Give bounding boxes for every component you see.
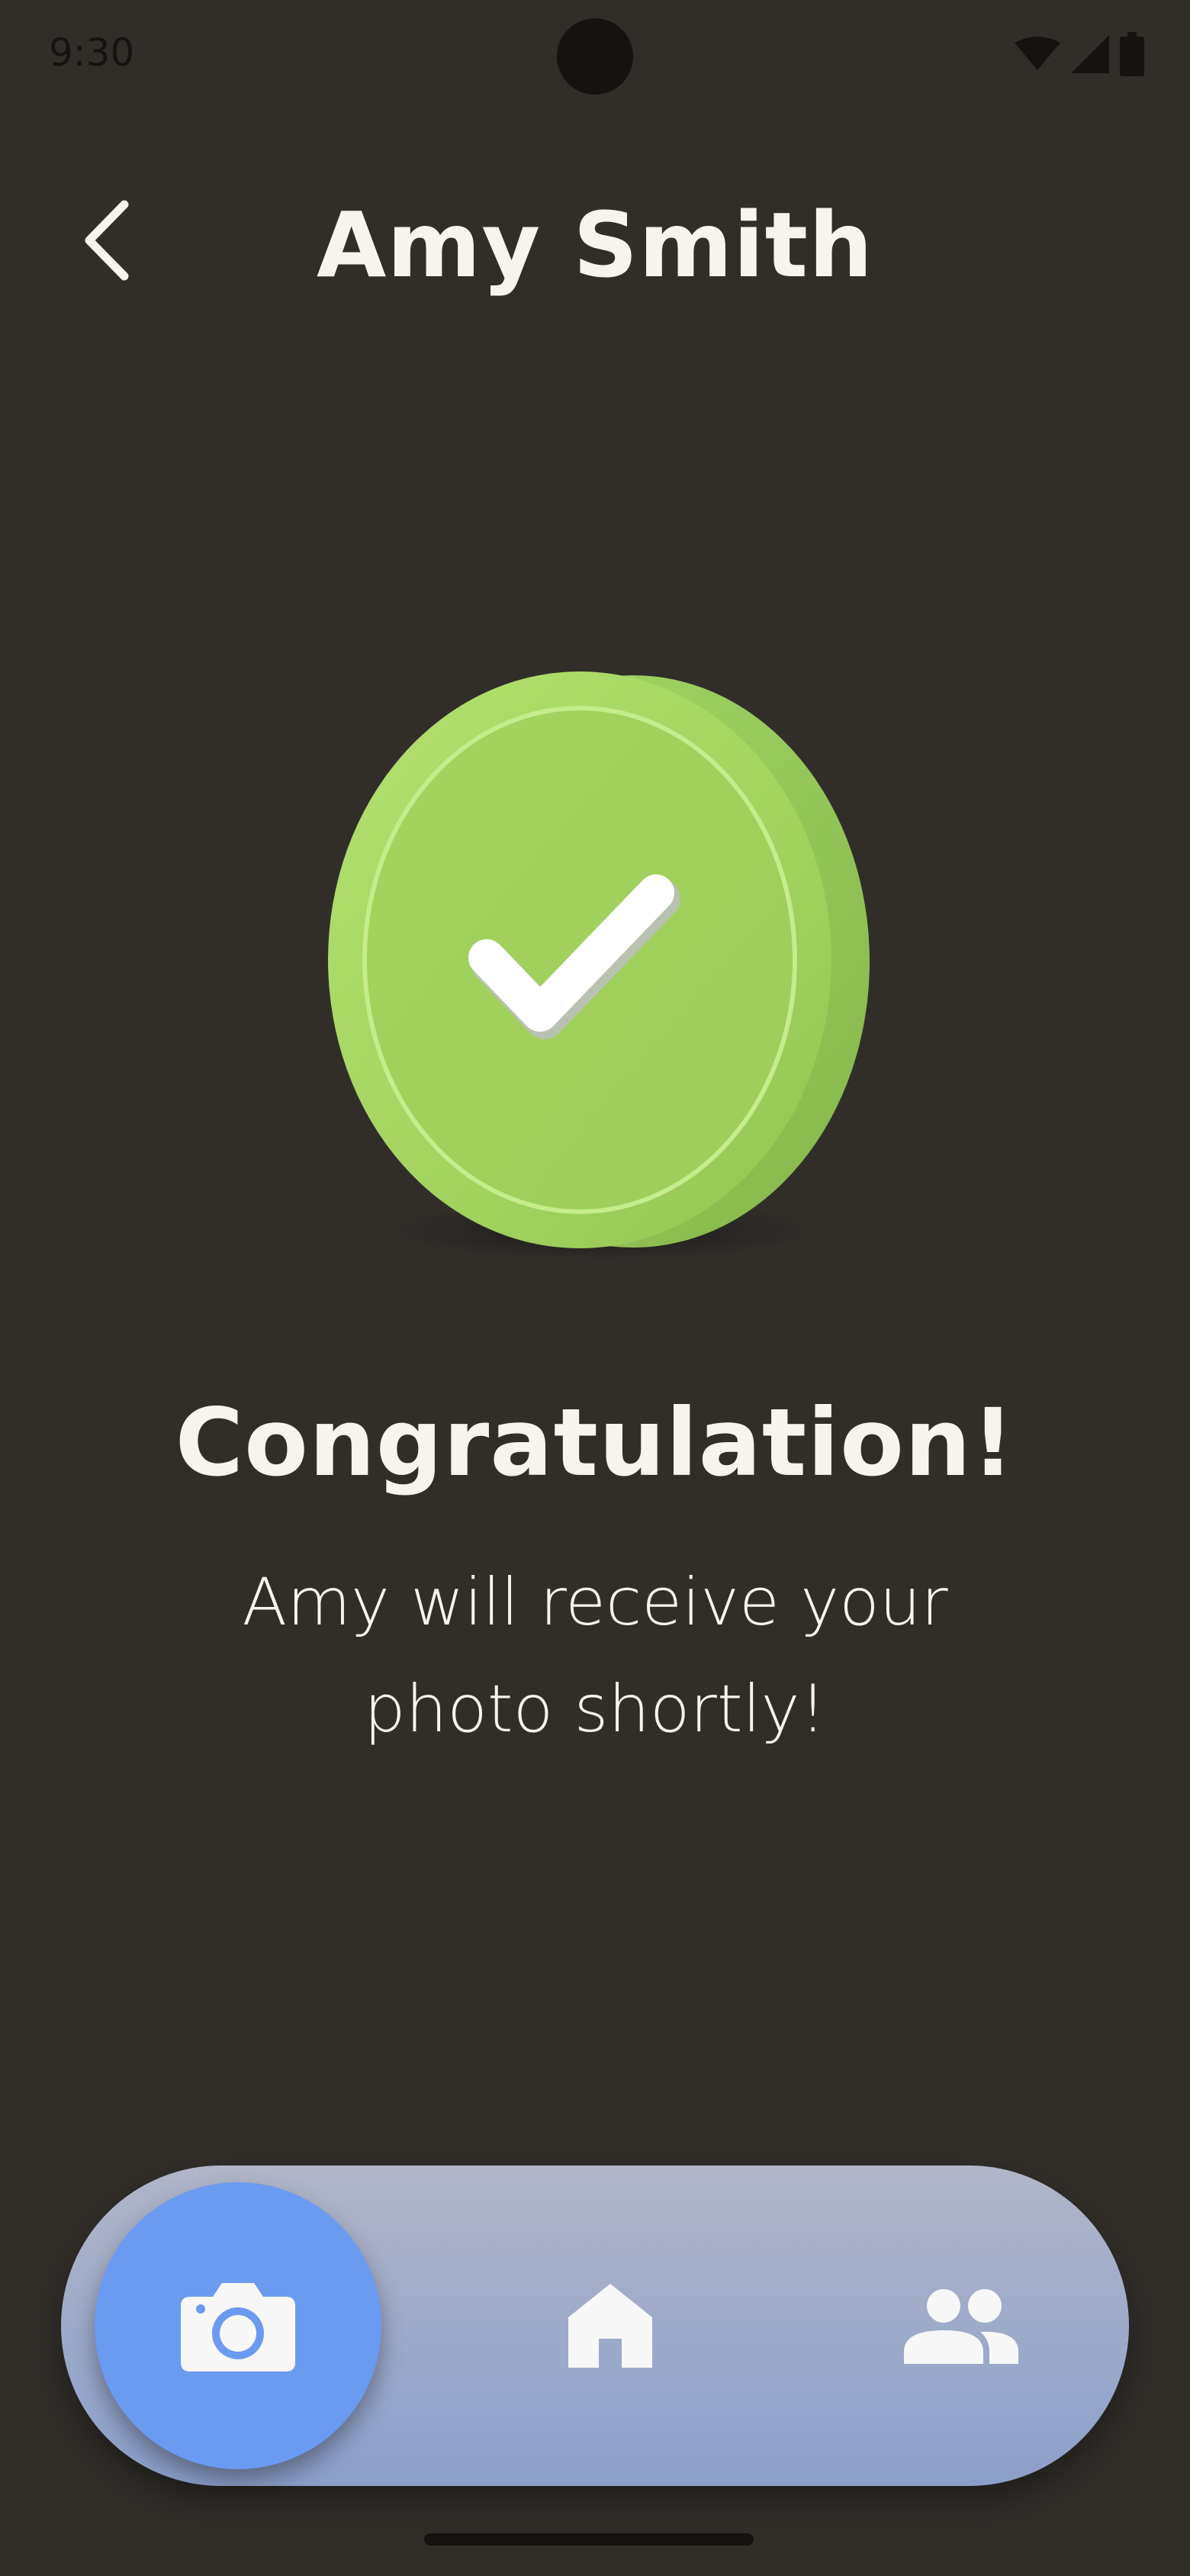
congrats-heading: Congratulation! <box>175 1389 1015 1497</box>
check-coin-icon <box>328 671 870 1261</box>
wifi-icon <box>1015 37 1060 70</box>
home-icon <box>568 2284 652 2368</box>
battery-icon <box>1120 32 1144 76</box>
status-bar: 9:30 <box>0 0 1190 114</box>
people-icon <box>904 2289 1018 2364</box>
nav-camera-button[interactable] <box>95 2182 381 2469</box>
home-indicator[interactable] <box>424 2533 754 2545</box>
bottom-nav <box>61 2165 1129 2486</box>
header: Amy Smith <box>0 175 1190 305</box>
status-icons <box>1015 32 1144 76</box>
nav-home-button[interactable] <box>534 2249 687 2402</box>
camera-cutout <box>557 18 633 95</box>
success-check-illustration <box>320 656 885 1282</box>
signal-icon <box>1071 35 1109 73</box>
camera-icon <box>181 2283 295 2372</box>
status-time: 9:30 <box>49 31 135 75</box>
congrats-message: Amy will receive your photo shortly! <box>242 1564 948 1747</box>
page-title: Amy Smith <box>316 192 874 298</box>
nav-people-button[interactable] <box>877 2249 1045 2402</box>
